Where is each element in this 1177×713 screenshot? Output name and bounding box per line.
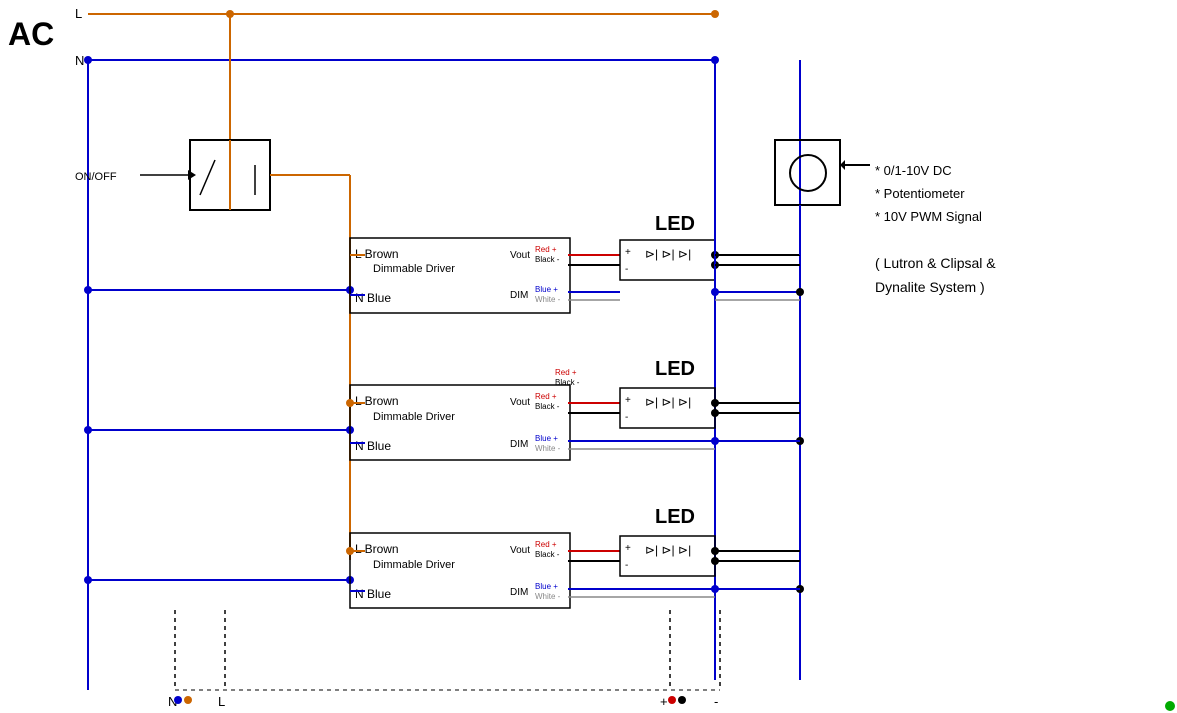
driver2-mid-label: Dimmable Driver: [373, 411, 455, 423]
driver3-vout-label: Vout: [510, 545, 530, 556]
driver1-white-label: White -: [535, 295, 561, 304]
led1-plus: +: [625, 247, 631, 258]
n-dot-d1: [84, 286, 92, 294]
wiring-diagram: AC L N ON/OFF L Brown Dimmable Dri: [0, 0, 1177, 713]
controller-box: [775, 140, 840, 205]
on-off-label: ON/OFF: [75, 171, 117, 183]
driver3-blue-label: Blue +: [535, 582, 558, 591]
driver3-mid-label: Dimmable Driver: [373, 559, 455, 571]
n-dot-left: [84, 56, 92, 64]
l-dot-switch: [226, 10, 234, 18]
note3: * 10V PWM Signal: [875, 209, 982, 224]
driver3-l-label: L Brown: [355, 542, 399, 556]
driver2-n-label: N Blue: [355, 439, 391, 453]
led1-label: LED: [655, 213, 695, 235]
n-label: N: [75, 53, 84, 68]
driver2-red-label: Red +: [535, 392, 557, 401]
switch-arrow-head: [188, 170, 196, 180]
led1-minus: -: [625, 264, 628, 275]
switch-line1: [200, 160, 215, 195]
led2-symbols: ⊳| ⊳| ⊳|: [645, 395, 691, 409]
driver1-mid-label: Dimmable Driver: [373, 263, 455, 275]
driver1-vout-label: Vout: [510, 250, 530, 261]
bottom-n-dot1: [174, 696, 182, 704]
n-dot-d2: [84, 426, 92, 434]
led2-plus: +: [625, 395, 631, 406]
bottom-n-dot2: [184, 696, 192, 704]
bottom-plus-dot1: [668, 696, 676, 704]
driver2-vout-label: Vout: [510, 397, 530, 408]
note5: Dynalite System ): [875, 279, 985, 295]
controller-circle: [790, 155, 826, 191]
green-dot-corner: [1165, 701, 1175, 711]
driver1-red-label: Red +: [535, 245, 557, 254]
led1-symbols: ⊳| ⊳| ⊳|: [645, 247, 691, 261]
red-black-detect1: Red +: [555, 368, 577, 377]
note1: * 0/1-10V DC: [875, 163, 952, 178]
driver2-dim-label: DIM: [510, 439, 528, 450]
bottom-plus-dot2: [678, 696, 686, 704]
bottom-l-label: L: [218, 694, 225, 709]
d2-l-dot: [346, 399, 354, 407]
l-dot-right: [711, 10, 719, 18]
driver2-black-label: Black -: [535, 402, 560, 411]
led2-minus: -: [625, 412, 628, 423]
led3-symbols: ⊳| ⊳| ⊳|: [645, 543, 691, 557]
led3-label: LED: [655, 506, 695, 528]
bottom-plus-label: +: [660, 694, 668, 709]
driver2-blue-label: Blue +: [535, 434, 558, 443]
driver1-n-label: N Blue: [355, 291, 391, 305]
driver2-white-label: White -: [535, 444, 561, 453]
led3-minus: -: [625, 560, 628, 571]
ac-label: AC: [8, 16, 54, 52]
driver1-black-label: Black -: [535, 255, 560, 264]
driver1-blue-label: Blue +: [535, 285, 558, 294]
driver2-l-label: L Brown: [355, 394, 399, 408]
led2-label: LED: [655, 358, 695, 380]
driver3-black-label: Black -: [535, 550, 560, 559]
driver3-white-label: White -: [535, 592, 561, 601]
note4: ( Lutron & Clipsal &: [875, 255, 996, 271]
driver3-n-label: N Blue: [355, 587, 391, 601]
led3-plus: +: [625, 543, 631, 554]
red-black-detect2: Black -: [555, 378, 580, 387]
d1-dim-dot: [711, 288, 719, 296]
driver1-dim-label: DIM: [510, 290, 528, 301]
bottom-minus-label: -: [714, 694, 718, 709]
note2: * Potentiometer: [875, 186, 965, 201]
d3-l-dot: [346, 547, 354, 555]
driver3-red-label: Red +: [535, 540, 557, 549]
l-label: L: [75, 6, 82, 21]
d1-dim-dot-r: [796, 288, 804, 296]
driver3-dim-label: DIM: [510, 587, 528, 598]
